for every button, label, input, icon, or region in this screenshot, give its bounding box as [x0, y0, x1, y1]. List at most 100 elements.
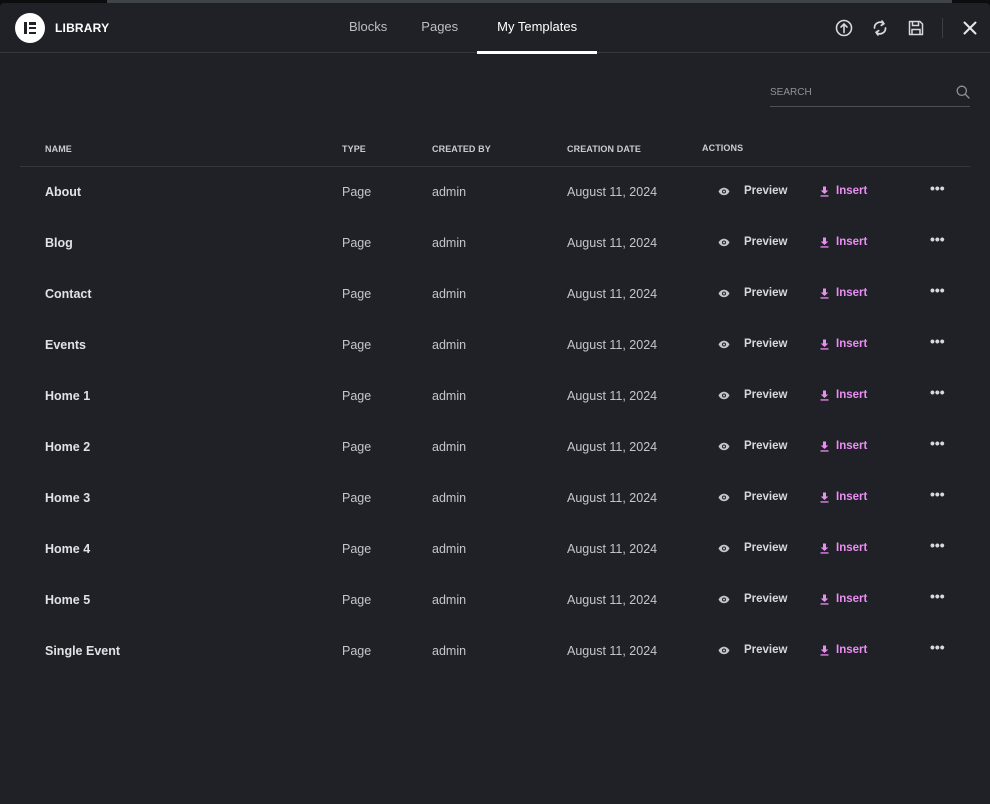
tab-pages[interactable]: Pages: [405, 3, 474, 53]
template-type: Page: [342, 593, 372, 607]
insert-button[interactable]: Insert: [820, 440, 867, 452]
more-options-icon[interactable]: •••: [930, 384, 945, 400]
more-options-icon[interactable]: •••: [930, 588, 945, 604]
template-type: Page: [342, 491, 372, 505]
insert-label: Insert: [836, 185, 868, 197]
more-options-icon[interactable]: •••: [930, 639, 945, 655]
preview-button[interactable]: Preview: [718, 338, 787, 350]
more-options-icon[interactable]: •••: [930, 435, 945, 451]
library-tabs: Blocks Pages My Templates: [333, 3, 598, 54]
search-input[interactable]: [770, 81, 940, 103]
insert-button[interactable]: Insert: [820, 236, 867, 248]
download-icon: [820, 288, 829, 299]
column-header-actions: ACTIONS: [702, 143, 744, 153]
template-date: August 11, 2024: [567, 644, 658, 658]
search-field: [770, 81, 970, 107]
search-icon[interactable]: [956, 85, 970, 99]
eye-icon: [718, 289, 730, 297]
preview-button[interactable]: Preview: [718, 644, 787, 656]
table-header: NAME TYPE CREATED BY CREATION DATE ACTIO…: [20, 133, 970, 167]
preview-button[interactable]: Preview: [718, 593, 787, 605]
preview-button[interactable]: Preview: [718, 185, 787, 197]
template-date: August 11, 2024: [567, 593, 658, 607]
tab-my-templates[interactable]: My Templates: [477, 3, 598, 54]
insert-button[interactable]: Insert: [820, 491, 867, 503]
table-body: About Page admin August 11, 2024 Preview…: [20, 167, 970, 677]
eye-icon: [718, 340, 730, 348]
sync-library-button[interactable]: [862, 3, 898, 53]
save-template-button[interactable]: [898, 3, 934, 53]
download-icon: [820, 237, 829, 248]
preview-label: Preview: [744, 491, 788, 503]
template-name: About: [45, 185, 82, 199]
insert-label: Insert: [836, 644, 868, 656]
template-type: Page: [342, 440, 372, 454]
preview-label: Preview: [744, 440, 788, 452]
template-date: August 11, 2024: [567, 440, 658, 454]
template-name: Contact: [45, 287, 92, 301]
template-date: August 11, 2024: [567, 185, 658, 199]
close-button[interactable]: [950, 3, 990, 53]
preview-label: Preview: [744, 287, 788, 299]
template-date: August 11, 2024: [567, 491, 658, 505]
template-type: Page: [342, 185, 372, 199]
preview-button[interactable]: Preview: [718, 440, 787, 452]
template-author: admin: [432, 389, 467, 403]
preview-button[interactable]: Preview: [718, 491, 787, 503]
template-type: Page: [342, 287, 372, 301]
more-options-icon[interactable]: •••: [930, 537, 945, 553]
preview-label: Preview: [744, 236, 788, 248]
sync-icon: [873, 20, 887, 36]
preview-button[interactable]: Preview: [718, 236, 787, 248]
table-row: Home 2 Page admin August 11, 2024 Previe…: [20, 422, 970, 473]
preview-label: Preview: [744, 338, 788, 350]
table-row: Contact Page admin August 11, 2024 Previ…: [20, 269, 970, 320]
tab-blocks[interactable]: Blocks: [333, 3, 403, 53]
template-name: Single Event: [45, 644, 121, 658]
template-name: Events: [45, 338, 86, 352]
template-date: August 11, 2024: [567, 236, 658, 250]
eye-icon: [718, 646, 730, 654]
insert-button[interactable]: Insert: [820, 542, 867, 554]
insert-button[interactable]: Insert: [820, 185, 867, 197]
import-template-button[interactable]: [826, 3, 862, 53]
insert-button[interactable]: Insert: [820, 593, 867, 605]
template-author: admin: [432, 593, 467, 607]
preview-button[interactable]: Preview: [718, 389, 787, 401]
insert-button[interactable]: Insert: [820, 287, 867, 299]
header-divider: [942, 18, 943, 38]
download-icon: [820, 390, 829, 401]
eye-icon: [718, 238, 730, 246]
template-author: admin: [432, 491, 467, 505]
more-options-icon[interactable]: •••: [930, 231, 945, 247]
template-author: admin: [432, 440, 467, 454]
table-row: Home 1 Page admin August 11, 2024 Previe…: [20, 371, 970, 422]
table-row: About Page admin August 11, 2024 Preview…: [20, 167, 970, 218]
more-options-icon[interactable]: •••: [930, 282, 945, 298]
column-header-name: NAME: [45, 144, 72, 154]
insert-button[interactable]: Insert: [820, 389, 867, 401]
preview-button[interactable]: Preview: [718, 287, 787, 299]
table-row: Events Page admin August 11, 2024 Previe…: [20, 320, 970, 371]
download-icon: [820, 186, 829, 197]
insert-label: Insert: [836, 593, 868, 605]
template-name: Blog: [45, 236, 73, 250]
preview-label: Preview: [744, 389, 788, 401]
template-name: Home 3: [45, 491, 91, 505]
eye-icon: [718, 595, 730, 603]
more-options-icon[interactable]: •••: [930, 180, 945, 196]
eye-icon: [718, 391, 730, 399]
insert-button[interactable]: Insert: [820, 644, 867, 656]
template-date: August 11, 2024: [567, 338, 658, 352]
template-author: admin: [432, 338, 467, 352]
more-options-icon[interactable]: •••: [930, 333, 945, 349]
preview-button[interactable]: Preview: [718, 542, 787, 554]
template-date: August 11, 2024: [567, 542, 658, 556]
preview-label: Preview: [744, 185, 788, 197]
more-options-icon[interactable]: •••: [930, 486, 945, 502]
table-row: Home 4 Page admin August 11, 2024 Previe…: [20, 524, 970, 575]
insert-button[interactable]: Insert: [820, 338, 867, 350]
insert-label: Insert: [836, 542, 868, 554]
library-logo: LIBRARY: [15, 13, 109, 43]
insert-label: Insert: [836, 389, 868, 401]
